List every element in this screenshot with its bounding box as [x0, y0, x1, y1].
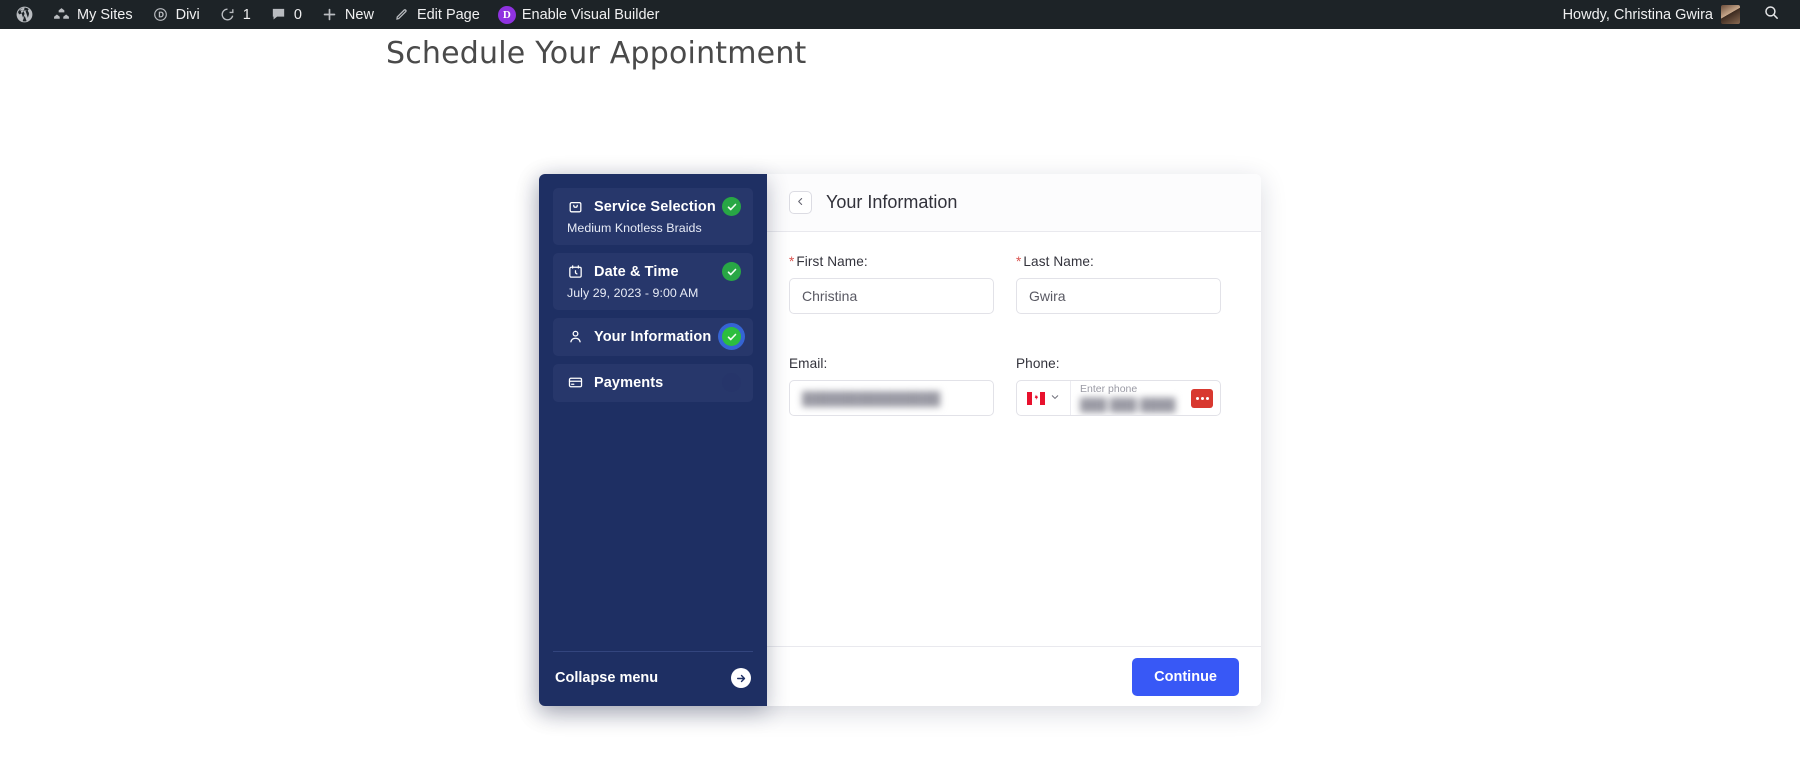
updates-icon [218, 5, 237, 24]
sidebar-item-payments[interactable]: Payments [553, 364, 753, 402]
back-button[interactable] [789, 191, 812, 214]
last-name-value: Gwira [1029, 288, 1066, 304]
credit-card-icon [567, 374, 584, 391]
last-name-field-group: * Last Name: Gwira [1016, 254, 1221, 314]
collapse-menu-button[interactable]: Collapse menu [553, 651, 753, 706]
phone-value-redacted: ███ ███ ████ [1080, 397, 1176, 412]
phone-number-field[interactable]: Enter phone ███ ███ ████ [1071, 381, 1191, 415]
search-icon [1763, 4, 1780, 25]
step-status-check-icon [722, 197, 741, 216]
phone-country-selector[interactable] [1017, 381, 1071, 415]
wordpress-logo-button[interactable] [6, 0, 43, 29]
phone-field-group: Phone: Enter phone ███ ███ ████ [1016, 356, 1221, 416]
collapse-menu-label: Collapse menu [555, 670, 659, 686]
step-subtitle: July 29, 2023 - 9:00 AM [567, 286, 699, 300]
step-header: Your Information [567, 328, 741, 345]
panel-body: * First Name: Christina * Last Name: Gwira [767, 232, 1261, 646]
step-title: Date & Time [594, 263, 679, 280]
email-value-redacted: ███████████████ [802, 390, 941, 406]
first-name-input[interactable]: Christina [789, 278, 994, 314]
required-asterisk: * [789, 254, 795, 269]
step-subtitle: Medium Knotless Braids [567, 221, 702, 235]
phone-input[interactable]: Enter phone ███ ███ ████ [1016, 380, 1221, 416]
continue-button[interactable]: Continue [1132, 657, 1239, 696]
step-title: Your Information [594, 328, 712, 345]
enable-visual-builder-button[interactable]: D Enable Visual Builder [489, 0, 669, 29]
pencil-icon [392, 5, 411, 24]
phone-label: Phone: [1016, 356, 1060, 371]
avatar [1721, 5, 1740, 24]
booking-widget: Service Selection Medium Knotless Braids… [539, 174, 1261, 706]
chevron-left-icon [795, 196, 806, 210]
customer-information-form: * First Name: Christina * Last Name: Gwira [789, 254, 1239, 436]
howdy-label: Howdy, Christina Gwira [1562, 6, 1713, 23]
my-sites-icon [52, 5, 71, 24]
wp-admin-bar: My Sites Divi 1 0 New Edit Page D Enable… [0, 0, 1800, 29]
admin-bar-left-group: My Sites Divi 1 0 New Edit Page D Enable… [0, 0, 668, 29]
shopping-bag-icon [567, 198, 584, 215]
updates-menu[interactable]: 1 [209, 0, 260, 29]
step-header: Service Selection [567, 198, 741, 215]
panel-title: Your Information [826, 192, 958, 212]
step-header: Payments [567, 374, 741, 391]
last-name-label: * Last Name: [1016, 254, 1221, 269]
dot [1200, 396, 1204, 400]
panel-header: Your Information [767, 174, 1261, 232]
email-label: Email: [789, 356, 828, 371]
wordpress-logo-icon [15, 5, 34, 24]
phone-placeholder: Enter phone [1080, 383, 1138, 396]
first-name-label: * First Name: [789, 254, 994, 269]
arrow-right-circle-icon [731, 668, 751, 688]
divi-menu[interactable]: Divi [142, 0, 209, 29]
last-name-label-text: Last Name: [1023, 254, 1094, 269]
chevron-down-icon [1050, 392, 1060, 405]
dot [1205, 396, 1209, 400]
admin-search-button[interactable] [1749, 4, 1790, 25]
admin-bar-right-group: Howdy, Christina Gwira [1554, 0, 1800, 29]
step-status-active-check-icon [722, 327, 741, 346]
account-menu[interactable]: Howdy, Christina Gwira [1554, 5, 1749, 24]
required-asterisk: * [1016, 254, 1022, 269]
calendar-clock-icon [567, 263, 584, 280]
sidebar-item-service-selection[interactable]: Service Selection Medium Knotless Braids [553, 188, 753, 245]
dot [1195, 396, 1199, 400]
phone-format-icon[interactable] [1191, 388, 1213, 408]
panel-footer: Continue [767, 646, 1261, 706]
step-status-check-icon [722, 262, 741, 281]
divi-label: Divi [175, 6, 200, 23]
enable-visual-builder-label: Enable Visual Builder [521, 6, 660, 23]
sidebar-item-your-information[interactable]: Your Information [553, 318, 753, 356]
page-title: Schedule Your Appointment [386, 36, 807, 71]
comments-icon [269, 5, 288, 24]
new-content-menu[interactable]: New [311, 0, 383, 29]
my-sites-menu[interactable]: My Sites [43, 0, 142, 29]
step-title: Payments [594, 374, 664, 391]
comments-count: 0 [293, 6, 302, 23]
booking-main-panel: Your Information * First Name: Christina … [767, 174, 1261, 706]
booking-steps-sidebar: Service Selection Medium Knotless Braids… [539, 174, 767, 706]
plus-icon [320, 5, 339, 24]
step-title: Service Selection [594, 198, 716, 215]
first-name-value: Christina [802, 288, 858, 304]
step-header: Date & Time [567, 263, 741, 280]
new-label: New [344, 6, 374, 23]
step-status-pending-icon [722, 373, 741, 392]
edit-page-link[interactable]: Edit Page [383, 0, 489, 29]
email-input[interactable]: ███████████████ [789, 380, 994, 416]
divi-icon [151, 5, 170, 24]
updates-count: 1 [242, 6, 251, 23]
canada-flag-icon [1027, 391, 1045, 405]
first-name-field-group: * First Name: Christina [789, 254, 994, 314]
sidebar-item-date-time[interactable]: Date & Time July 29, 2023 - 9:00 AM [553, 253, 753, 310]
edit-page-label: Edit Page [416, 6, 480, 23]
divi-visual-builder-icon: D [497, 5, 516, 24]
email-field-group: Email: ███████████████ [789, 356, 994, 416]
comments-menu[interactable]: 0 [260, 0, 311, 29]
user-icon [567, 328, 584, 345]
last-name-input[interactable]: Gwira [1016, 278, 1221, 314]
my-sites-label: My Sites [77, 6, 133, 23]
first-name-label-text: First Name: [796, 254, 868, 269]
